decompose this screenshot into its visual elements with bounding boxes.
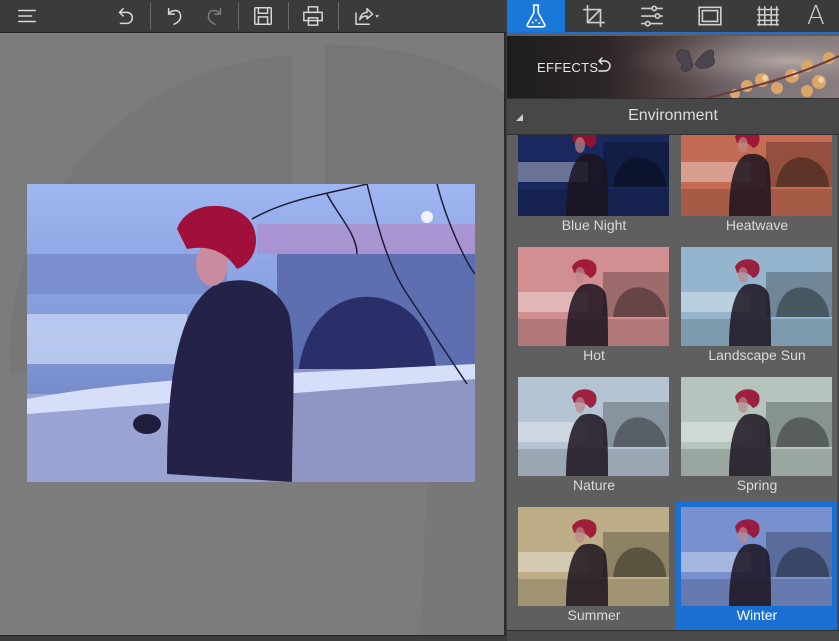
tab-effects[interactable] <box>507 0 565 32</box>
effect-thumbnail <box>681 135 832 216</box>
reset-effects-button[interactable] <box>595 56 613 76</box>
save-button[interactable] <box>246 0 280 32</box>
save-icon <box>254 7 272 25</box>
effect-label: Heatwave <box>725 217 789 233</box>
frame-icon <box>698 6 722 26</box>
effect-label: Summer <box>567 607 621 623</box>
effect-label: Landscape Sun <box>708 347 806 363</box>
undo-button[interactable] <box>158 0 192 32</box>
effect-item[interactable]: Winter <box>676 501 838 630</box>
print-icon <box>303 6 323 26</box>
effect-label: Nature <box>572 477 616 493</box>
hamburger-menu-icon <box>18 9 36 23</box>
effect-thumbnail <box>518 247 669 346</box>
toolbar-divider <box>338 2 339 30</box>
undo-icon <box>167 7 182 25</box>
effect-thumbnail <box>518 135 669 216</box>
canvas-status-bar <box>0 635 506 641</box>
redo-icon <box>207 7 222 25</box>
toolbar-divider <box>238 2 239 30</box>
tab-text[interactable]: A <box>807 0 839 32</box>
effect-item[interactable]: Nature <box>513 371 675 501</box>
effect-thumbnail <box>518 377 669 476</box>
effect-item[interactable]: Hot <box>513 241 675 371</box>
effect-label: Blue Night <box>561 217 627 233</box>
tab-frames[interactable] <box>681 0 739 32</box>
effect-thumbnail <box>681 507 832 606</box>
reset-all-button[interactable] <box>108 0 142 32</box>
crop-icon <box>583 5 605 27</box>
toolbar-divider <box>150 2 151 30</box>
effects-panel: A EFFECTS Environment Blue Night Heatwav… <box>507 0 839 641</box>
print-button[interactable] <box>296 0 330 32</box>
share-icon <box>355 7 379 25</box>
image-canvas[interactable] <box>0 33 506 635</box>
effect-label: Winter <box>736 607 778 623</box>
tab-crop[interactable] <box>565 0 623 32</box>
effect-item[interactable]: Blue Night <box>513 135 675 241</box>
category-header-environment[interactable]: Environment <box>507 98 839 135</box>
effects-title: EFFECTS <box>537 60 599 75</box>
category-title: Environment <box>628 107 718 124</box>
panel-footer <box>507 630 839 641</box>
effect-thumbnail <box>681 247 832 346</box>
effect-item[interactable]: Spring <box>676 371 838 501</box>
tab-textures[interactable] <box>739 0 797 32</box>
reset-arrow-icon <box>118 7 133 25</box>
menu-button[interactable] <box>10 0 44 32</box>
effects-grid: Blue Night Heatwave Hot Landscape Sun Nature… <box>507 135 839 630</box>
share-button[interactable] <box>344 0 390 32</box>
toolbar-divider <box>288 2 289 30</box>
tab-adjustments[interactable] <box>623 0 681 32</box>
sliders-icon <box>641 5 663 27</box>
effect-thumbnail <box>518 507 669 606</box>
effect-item[interactable]: Summer <box>513 501 675 630</box>
edited-photo <box>27 184 475 482</box>
main-toolbar <box>0 0 506 33</box>
effect-item[interactable]: Heatwave <box>676 135 838 241</box>
photo-editor-app: A EFFECTS Environment Blue Night Heatwav… <box>0 0 839 641</box>
text-icon: A <box>807 1 825 31</box>
panel-tabs: A <box>507 0 839 34</box>
effect-thumbnail <box>681 377 832 476</box>
effects-banner: EFFECTS <box>507 36 839 98</box>
flask-icon <box>526 4 546 28</box>
effect-label: Spring <box>736 477 778 493</box>
redo-button[interactable] <box>197 0 231 32</box>
effect-item[interactable]: Landscape Sun <box>676 241 838 371</box>
texture-icon <box>757 6 779 26</box>
effect-label: Hot <box>583 347 605 363</box>
